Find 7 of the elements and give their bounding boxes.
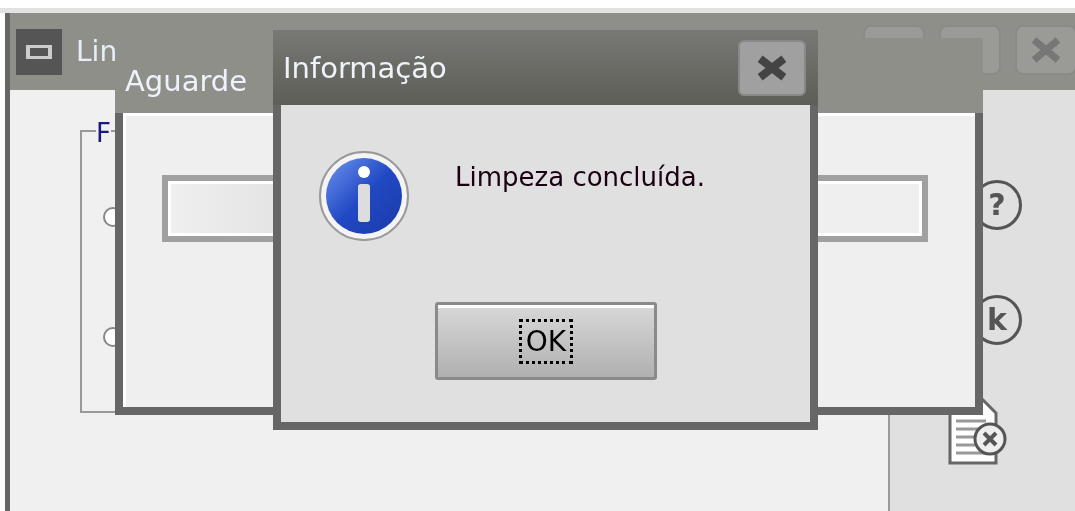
app-icon — [16, 28, 62, 75]
close-icon — [1031, 37, 1061, 63]
window-title: Aguarde — [125, 64, 248, 99]
ok-button[interactable]: OK — [435, 302, 657, 380]
close-button[interactable] — [738, 39, 806, 96]
window-title: Lin — [76, 35, 118, 68]
dialog-title: Informação — [283, 51, 447, 86]
